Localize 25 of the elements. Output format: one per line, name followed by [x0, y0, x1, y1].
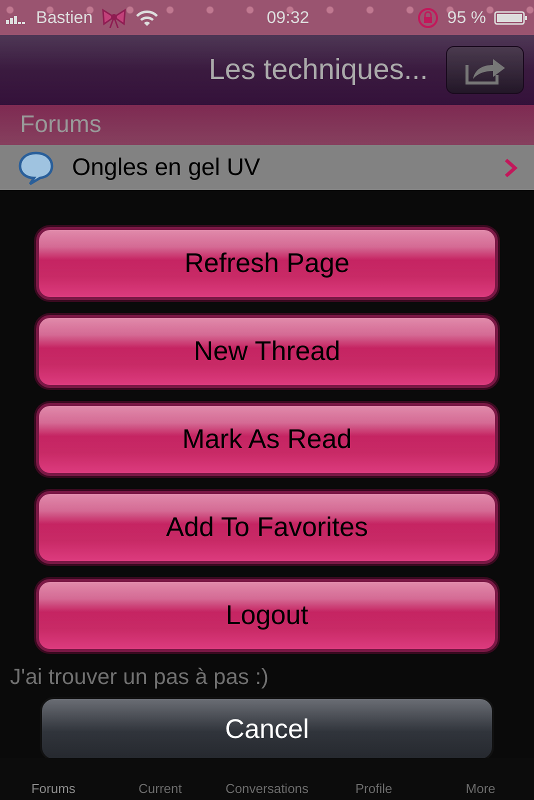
tab[interactable]: More	[427, 781, 534, 800]
action-button[interactable]: Mark As Read	[36, 403, 498, 476]
speech-bubble-icon	[18, 150, 54, 186]
wifi-icon	[134, 8, 159, 26]
action-button[interactable]: Add To Favorites	[36, 491, 498, 564]
bow-icon	[100, 8, 127, 28]
battery-percent: 95 %	[447, 8, 486, 28]
post-snippet: J'ai trouver un pas à pas :)	[9, 664, 270, 691]
tab[interactable]: Conversations	[214, 781, 320, 800]
clock-time: 09:32	[266, 8, 310, 28]
nav-title: Les techniques...	[208, 54, 428, 86]
chevron-icon	[504, 158, 518, 178]
tab[interactable]: Forums	[0, 781, 107, 800]
cancel-button[interactable]: Cancel	[40, 697, 494, 761]
tab[interactable]: Current	[106, 781, 214, 800]
action-button[interactable]: Refresh Page	[36, 227, 498, 300]
share-button[interactable]	[446, 46, 524, 94]
rotation-lock-icon	[417, 6, 440, 28]
tab[interactable]: Profile	[320, 781, 428, 800]
carrier-name: Bastien	[36, 8, 93, 28]
action-button[interactable]: New Thread	[36, 315, 498, 388]
section-header: Forums	[0, 105, 534, 145]
forum-title: Ongles en gel UV	[72, 154, 262, 182]
action-button[interactable]: Logout	[36, 579, 498, 652]
battery-icon	[494, 10, 528, 26]
